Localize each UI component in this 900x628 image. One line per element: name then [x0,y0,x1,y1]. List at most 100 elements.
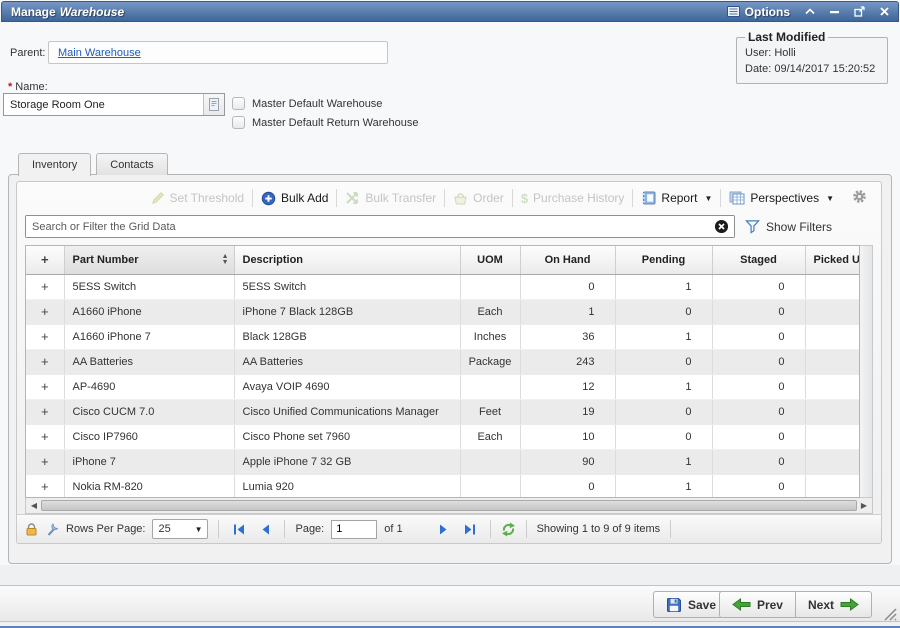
cell-uom [460,474,520,498]
tab-inventory[interactable]: Inventory [18,153,91,176]
column-header-picked-up[interactable]: Picked Up [805,246,860,274]
cell-staged: 0 [712,474,805,498]
table-row[interactable]: +Cisco CUCM 7.0Cisco Unified Communicati… [26,399,860,424]
cell-staged: 0 [712,324,805,349]
table-row[interactable]: +Nokia RM-820Lumia 920010 [26,474,860,498]
row-expander[interactable]: + [26,349,64,374]
last-modified-date: Date: 09/14/2017 15:20:52 [745,61,879,77]
resize-grip[interactable] [881,605,897,621]
save-button[interactable]: Save [653,591,729,618]
row-expander[interactable]: + [26,399,64,424]
restore-button[interactable] [854,6,865,17]
cell-on-hand: 19 [520,399,615,424]
column-header-pending[interactable]: Pending [615,246,712,274]
page-number-input[interactable] [331,520,377,539]
cell-uom: Feet [460,399,520,424]
refresh-icon[interactable] [501,522,516,537]
column-header-uom[interactable]: UOM [460,246,520,274]
column-header-staged[interactable]: Staged [712,246,805,274]
master-default-return-checkbox[interactable] [232,116,245,129]
grid-view: + Part Number ▲▼ Description UOM On Hand… [25,245,873,498]
cell-on-hand: 0 [520,474,615,498]
master-default-checkbox[interactable] [232,97,245,110]
name-input[interactable] [4,94,203,115]
rows-per-page-select[interactable]: 25 ▼ [152,519,208,539]
row-expander[interactable]: + [26,274,64,299]
cell-picked-up [805,449,860,474]
page-count-label: of 1 [384,523,402,535]
master-default-return-label: Master Default Return Warehouse [252,117,419,129]
options-button[interactable]: Options [727,5,790,19]
grid-settings-button[interactable] [842,189,875,207]
column-header-part-number[interactable]: Part Number ▲▼ [64,246,234,274]
cell-staged: 0 [712,399,805,424]
horizontal-scrollbar[interactable]: ◀ ▶ [25,498,873,514]
cell-description: 5ESS Switch [234,274,460,299]
scroll-right-arrow[interactable]: ▶ [857,501,871,510]
vertical-scrollbar[interactable] [860,245,873,498]
set-threshold-button[interactable]: Set Threshold [143,191,253,205]
next-page-button[interactable] [435,524,453,535]
tab-contacts[interactable]: Contacts [96,153,167,175]
scrollbar-thumb[interactable] [41,500,857,511]
collapse-button[interactable] [805,8,815,15]
table-row[interactable]: +A1660 iPhone 7Black 128GBInches3610 [26,324,860,349]
row-expander[interactable]: + [26,324,64,349]
cell-pending: 0 [615,424,712,449]
purchase-history-button[interactable]: $ Purchase History [513,191,633,206]
clear-search-button[interactable] [714,219,729,234]
row-expander[interactable]: + [26,299,64,324]
parent-warehouse-link[interactable]: Main Warehouse [58,47,141,59]
search-input[interactable] [26,216,734,237]
row-expander[interactable]: + [26,449,64,474]
grid-table-clip: + Part Number ▲▼ Description UOM On Hand… [25,245,860,498]
basket-icon [453,192,468,205]
row-expander[interactable]: + [26,374,64,399]
first-page-button[interactable] [229,524,249,535]
last-page-button[interactable] [460,524,480,535]
table-row[interactable]: +AP-4690Avaya VOIP 46901210 [26,374,860,399]
perspectives-button[interactable]: Perspectives ▼ [721,191,842,205]
save-floppy-icon [666,597,682,613]
cell-description: Cisco Phone set 7960 [234,424,460,449]
order-button[interactable]: Order [445,191,512,205]
show-filters-button[interactable]: Show Filters [745,219,873,234]
bulk-add-button[interactable]: Bulk Add [253,191,336,206]
pager-separator [526,520,527,538]
chevron-up-icon [805,8,815,15]
prev-page-button[interactable] [256,524,274,535]
table-row[interactable]: +Cisco IP7960Cisco Phone set 7960Each100… [26,424,860,449]
expand-all-header[interactable]: + [26,246,64,274]
prev-button[interactable]: Prev [719,591,796,618]
lock-icon[interactable] [25,523,38,536]
master-default-return-option: Master Default Return Warehouse [232,116,419,129]
table-row[interactable]: +iPhone 7Apple iPhone 7 32 GB9010 [26,449,860,474]
grid-pager: Rows Per Page: 25 ▼ Page: of 1 Showing [17,514,881,543]
report-button[interactable]: Report ▼ [633,191,720,205]
cell-picked-up [805,274,860,299]
cell-pending: 1 [615,474,712,498]
cell-picked-up [805,374,860,399]
bulk-transfer-button[interactable]: Bulk Transfer [337,191,444,205]
column-header-description[interactable]: Description [234,246,460,274]
grid-body: +5ESS Switch5ESS Switch010+A1660 iPhonei… [26,274,860,498]
minimize-button[interactable] [830,10,839,14]
close-button[interactable] [880,7,889,16]
table-row[interactable]: +5ESS Switch5ESS Switch010 [26,274,860,299]
tab-strip: Inventory Contacts [18,153,168,175]
pager-separator [490,520,491,538]
transfer-arrows-icon [345,191,360,205]
column-header-on-hand[interactable]: On Hand [520,246,615,274]
last-modified-box: Last Modified User: Holli Date: 09/14/20… [736,30,888,84]
cell-pending: 1 [615,449,712,474]
table-row[interactable]: +AA BatteriesAA BatteriesPackage24300 [26,349,860,374]
next-button[interactable]: Next [795,591,872,618]
row-expander[interactable]: + [26,474,64,498]
cell-pending: 0 [615,299,712,324]
popout-icon [854,6,865,17]
scroll-left-arrow[interactable]: ◀ [27,501,41,510]
name-lookup-button[interactable] [203,94,224,115]
row-expander[interactable]: + [26,424,64,449]
wrench-icon[interactable] [45,523,59,536]
table-row[interactable]: +A1660 iPhoneiPhone 7 Black 128GBEach100 [26,299,860,324]
